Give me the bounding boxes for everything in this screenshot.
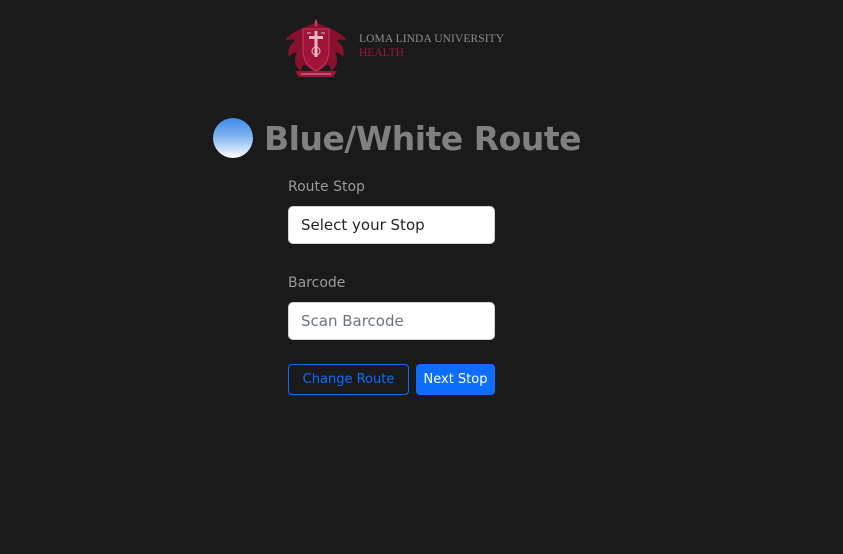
route-stop-select[interactable]: Select your Stop xyxy=(288,206,495,244)
route-stop-group: Route Stop Select your Stop xyxy=(288,176,495,244)
next-stop-button[interactable]: Next Stop xyxy=(416,364,495,395)
logo-wordmark: LOMA LINDA UNIVERSITY HEALTH xyxy=(359,33,505,59)
barcode-label: Barcode xyxy=(288,275,346,291)
barcode-input[interactable] xyxy=(288,302,495,340)
page: LOMA LINDA UNIVERSITY HEALTH Blue/White … xyxy=(0,0,843,554)
route-header: Blue/White Route xyxy=(213,113,581,163)
university-seal-icon xyxy=(285,19,347,77)
logo-university-name: LOMA LINDA UNIVERSITY xyxy=(359,33,505,45)
change-route-button[interactable]: Change Route xyxy=(288,364,409,395)
route-stop-form: Route Stop Select your Stop Barcode Chan… xyxy=(288,176,495,395)
route-stop-label: Route Stop xyxy=(288,179,365,195)
barcode-group: Barcode xyxy=(288,272,495,340)
route-title: Blue/White Route xyxy=(264,118,581,158)
logo-health-label: HEALTH xyxy=(359,46,404,59)
route-color-indicator-icon xyxy=(213,118,253,158)
form-actions: Change Route Next Stop xyxy=(288,364,495,395)
loma-linda-university-health-logo: LOMA LINDA UNIVERSITY HEALTH xyxy=(283,17,505,81)
